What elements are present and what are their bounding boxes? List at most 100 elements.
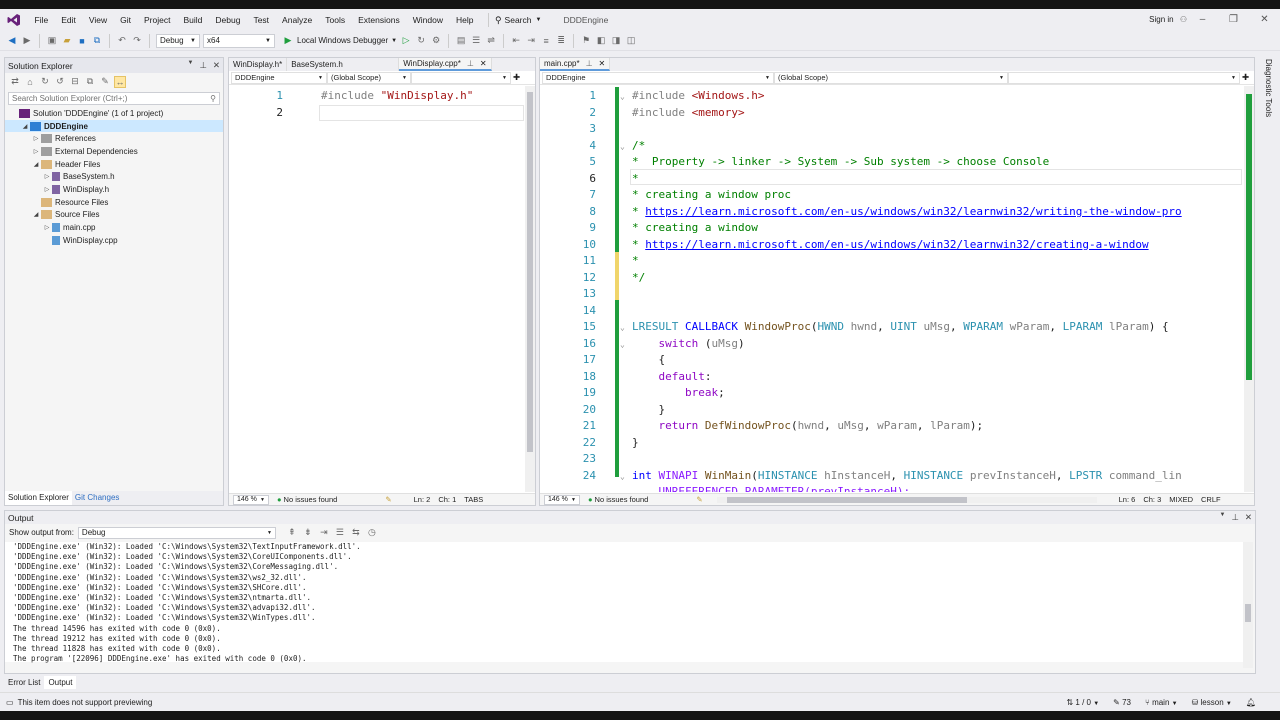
menu-analyze[interactable]: Analyze xyxy=(276,15,319,25)
solution-search-input[interactable]: Search Solution Explorer (Ctrl+;) ⚲ xyxy=(8,92,220,105)
expand-arrow-icon[interactable]: ◢ xyxy=(31,161,41,168)
pin-icon[interactable]: ⊥ xyxy=(199,60,206,71)
right-code-area[interactable]: 1 2 3 4 5 6 7 8 9 10 11 12 13 14 15 16 17 18 19 20 21 22 23 24 #… xyxy=(540,86,1242,492)
changes-indicator[interactable]: ⇅ 1 / 0 ▼ xyxy=(1066,698,1099,707)
pin-icon[interactable]: ⊥ xyxy=(1231,512,1238,523)
bookmark-icon[interactable]: ⚑ xyxy=(580,35,592,47)
prev-bookmark-icon[interactable]: ◧ xyxy=(595,35,607,47)
menu-build[interactable]: Build xyxy=(177,15,209,25)
back-icon[interactable]: ◀ xyxy=(6,35,18,47)
layout-icon[interactable]: ▤ xyxy=(455,35,467,47)
configuration-select[interactable]: Debug ▼ xyxy=(156,33,200,48)
scope-select[interactable]: (Global Scope) ▼ xyxy=(327,71,411,84)
forward-icon[interactable]: ▶ xyxy=(21,35,33,47)
tree-item[interactable]: ▷ External Dependencies xyxy=(5,145,223,158)
new-project-icon[interactable]: ▣ xyxy=(46,35,58,47)
open-folder-icon[interactable]: ▰ xyxy=(61,35,73,47)
branch-indicator[interactable]: ⑂ main ▼ xyxy=(1145,698,1178,707)
refresh-icon[interactable]: ↻ xyxy=(415,35,427,47)
menu-file[interactable]: File xyxy=(28,15,55,25)
tree-item[interactable]: ▷ WinDisplay.h xyxy=(5,183,223,196)
sign-in-link[interactable]: Sign in ⚇ xyxy=(1149,15,1187,24)
output-vertical-scrollbar[interactable] xyxy=(1243,542,1253,668)
tab-windisplay-h[interactable]: WinDisplay.h* xyxy=(229,58,288,71)
start-without-debug-icon[interactable]: ▷ xyxy=(400,35,412,47)
save-icon[interactable]: ■ xyxy=(76,35,88,47)
menu-edit[interactable]: Edit xyxy=(55,15,83,25)
word-wrap-icon[interactable]: ⇆ xyxy=(350,527,362,539)
tree-item[interactable]: Resource Files xyxy=(5,196,223,209)
tab-diagnostic-tools[interactable]: Diagnostic Tools xyxy=(1264,59,1273,117)
properties-icon[interactable]: ✎ xyxy=(99,76,111,88)
search-icon[interactable]: ⚲ xyxy=(210,94,216,103)
switch-views-icon[interactable]: ⇄ xyxy=(9,76,21,88)
tab-basesystem-h[interactable]: BaseSystem.h xyxy=(287,58,400,71)
save-all-icon[interactable]: ⧉ xyxy=(91,35,103,47)
uncomment-icon[interactable]: ≣ xyxy=(555,35,567,47)
debugger-button[interactable]: Local Windows Debugger xyxy=(297,36,388,45)
tree-item[interactable]: ◢ Source Files xyxy=(5,209,223,222)
close-icon[interactable]: ✕ xyxy=(213,60,220,71)
tree-item[interactable]: ▷ BaseSystem.h xyxy=(5,170,223,183)
close-icon[interactable]: ✕ xyxy=(599,59,606,68)
expand-arrow-icon[interactable]: ▷ xyxy=(42,224,52,231)
menu-git[interactable]: Git xyxy=(114,15,138,25)
comment-icon[interactable]: ☰ xyxy=(470,35,482,47)
tree-item[interactable]: ◢ Header Files xyxy=(5,158,223,171)
tab-windisplay-cpp[interactable]: WinDisplay.cpp* ⊥ ✕ xyxy=(399,58,492,71)
expand-arrow-icon[interactable]: ◢ xyxy=(31,211,41,218)
timestamp-icon[interactable]: ◷ xyxy=(366,527,378,539)
fold-toggle-icon[interactable]: ⌄ xyxy=(620,340,625,349)
pending-changes-icon[interactable]: ↺ xyxy=(54,76,66,88)
menu-project[interactable]: Project xyxy=(138,15,177,25)
edits-indicator[interactable]: ✎ 73 xyxy=(1113,698,1131,707)
menu-help[interactable]: Help xyxy=(449,15,479,25)
expand-arrow-icon[interactable]: ▷ xyxy=(31,148,41,155)
preview-icon[interactable]: ↔ xyxy=(114,75,126,88)
menu-tools[interactable]: Tools xyxy=(319,15,352,25)
tab-error-list[interactable]: Error List xyxy=(4,676,44,689)
tree-item[interactable]: Solution 'DDDEngine' (1 of 1 project) xyxy=(5,107,223,120)
outdent-icon[interactable]: ⇥ xyxy=(525,35,537,47)
tree-item[interactable]: ◢ DDDEngine xyxy=(5,119,223,133)
comment-out-icon[interactable]: ≡ xyxy=(540,35,552,47)
undo-icon[interactable]: ↶ xyxy=(116,35,128,47)
start-debug-icon[interactable]: ▶ xyxy=(282,35,294,47)
tree-item[interactable]: ▷ main.cpp xyxy=(5,221,223,234)
fold-toggle-icon[interactable]: ⌄ xyxy=(620,323,625,332)
left-vertical-scrollbar[interactable] xyxy=(525,86,535,492)
tab-solution-explorer[interactable]: Solution Explorer xyxy=(5,491,72,505)
close-icon[interactable]: ✕ xyxy=(1249,9,1280,31)
output-source-select[interactable]: Debug ▼ xyxy=(77,526,276,539)
maximize-icon[interactable]: ❐ xyxy=(1218,9,1249,31)
scope-select[interactable]: (Global Scope) ▼ xyxy=(774,71,1008,84)
expand-arrow-icon[interactable]: ◢ xyxy=(20,123,30,130)
show-all-files-icon[interactable]: ⧉ xyxy=(84,76,96,88)
fold-toggle-icon[interactable]: ⌄ xyxy=(620,472,625,481)
brush-icon[interactable]: ✎ xyxy=(385,495,391,504)
menu-window[interactable]: Window xyxy=(406,15,449,25)
goto-previous-icon[interactable]: ⇞ xyxy=(286,527,298,539)
add-icon[interactable]: ✚ xyxy=(1242,72,1249,83)
platform-select[interactable]: x64 ▼ xyxy=(203,33,275,48)
chevron-down-icon[interactable]: ▼ xyxy=(391,38,397,44)
zoom-select[interactable]: 146 % ▼ xyxy=(544,494,580,505)
repo-indicator[interactable]: ⛁ lesson ▼ xyxy=(1192,698,1232,707)
expand-arrow-icon[interactable]: ▷ xyxy=(42,186,52,193)
add-icon[interactable]: ✚ xyxy=(513,72,520,83)
member-select[interactable]: ▼ xyxy=(1008,71,1240,84)
menu-view[interactable]: View xyxy=(82,15,113,25)
tab-git-changes[interactable]: Git Changes xyxy=(72,491,122,505)
settings-icon[interactable]: ⚙ xyxy=(430,35,442,47)
tab-main-cpp[interactable]: main.cpp* ⊥ ✕ xyxy=(540,58,611,71)
project-select[interactable]: DDDEngine ▼ xyxy=(231,71,327,84)
expand-arrow-icon[interactable]: ▷ xyxy=(42,173,52,180)
pin-icon[interactable]: ⊥ xyxy=(586,59,593,68)
collapse-all-icon[interactable]: ⊟ xyxy=(69,76,81,88)
zoom-select[interactable]: 146 % ▼ xyxy=(233,494,269,505)
next-bookmark-icon[interactable]: ◨ xyxy=(610,35,622,47)
fold-toggle-icon[interactable]: ⌄ xyxy=(620,92,625,101)
home-icon[interactable]: ⌂ xyxy=(24,76,36,88)
brush-icon[interactable]: ✎ xyxy=(696,495,702,504)
tab-output[interactable]: Output xyxy=(44,676,77,689)
